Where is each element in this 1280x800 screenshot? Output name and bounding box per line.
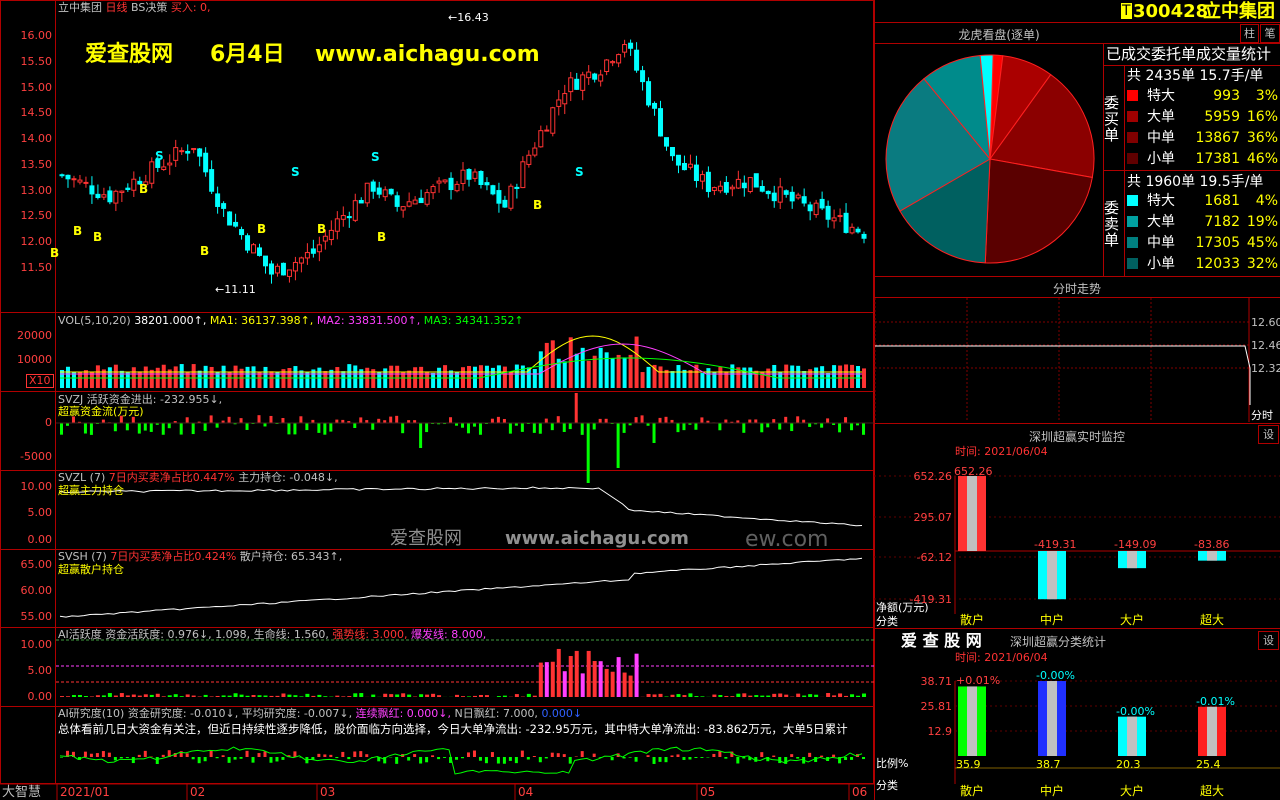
time-axis-label: 03: [320, 785, 336, 799]
bar-category: 大户: [1120, 613, 1145, 627]
y-tick-label: 60.00: [20, 584, 53, 597]
bar-y-tick: 12.9: [927, 725, 953, 738]
time-axis-label: 05: [700, 785, 716, 799]
time-axis-label: 06: [852, 785, 868, 799]
y-tick-label: 0.00: [27, 690, 53, 703]
stats-cat-label: 分类: [876, 779, 898, 792]
time-axis-label: 02: [190, 785, 206, 799]
bar-value-label: 20.3: [1116, 758, 1141, 771]
bar-y-tick: 38.71: [920, 675, 953, 688]
y-tick-label: 65.00: [20, 558, 53, 571]
y-tick-label: 12.00: [20, 235, 53, 248]
bar-value-label: 652.26: [954, 465, 993, 478]
bar-category: 超大: [1200, 613, 1225, 627]
y-tick-label: 15.00: [20, 81, 53, 94]
y-tick-label: 10000: [17, 353, 52, 366]
y-tick-label: 10.00: [20, 480, 53, 493]
stats-axis-label: 比例%: [876, 757, 909, 770]
bar-value-label: 38.7: [1036, 758, 1061, 771]
y-tick-label: 20000: [17, 329, 52, 342]
y-tick-label: 15.50: [20, 55, 53, 68]
y-tick-label: 0: [45, 416, 52, 429]
bar-top-label: -0.00%: [1116, 704, 1155, 718]
y-tick-label: 16.00: [20, 29, 53, 42]
bar-value-label: 25.4: [1196, 758, 1221, 771]
y-tick-label: 10.00: [20, 638, 53, 651]
bar-category: 大户: [1120, 784, 1145, 798]
bar-y-tick: 652.26: [913, 470, 953, 483]
bar-y-tick: -62.12: [916, 551, 952, 564]
bar-highlight: [967, 686, 977, 756]
bar-y-tick: -419.31: [909, 593, 952, 606]
bar-top-label: -0.01%: [1196, 694, 1235, 708]
bar-value-label: -149.09: [1114, 538, 1157, 551]
bar-category: 中户: [1040, 784, 1065, 798]
bar-category: 中户: [1040, 613, 1065, 627]
y-tick-label: 14.50: [20, 106, 53, 119]
stats-bar-chart: [954, 680, 1280, 784]
bar-highlight: [1127, 716, 1137, 756]
y-tick-label: 12.50: [20, 209, 53, 222]
intraday-y-tick: 12.46: [1251, 339, 1280, 352]
bar-value-label: 35.9: [956, 758, 981, 771]
y-tick-label: 13.00: [20, 184, 53, 197]
bar-category: 超大: [1200, 784, 1225, 798]
bar-top-label: +0.01%: [956, 674, 1001, 688]
y-tick-label: 55.00: [20, 610, 53, 623]
y-tick-label: 5.00: [27, 506, 53, 519]
bar-category: 散户: [960, 784, 985, 798]
bar-highlight: [1207, 706, 1217, 756]
bar-value-label: -83.86: [1194, 538, 1230, 551]
y-tick-label: 14.00: [20, 132, 53, 145]
time-axis-label: 04: [518, 785, 534, 799]
bar-y-tick: 295.07: [913, 511, 953, 524]
time-axis-label: 2021/01: [60, 785, 110, 799]
intraday-y-tick: 12.32: [1251, 362, 1280, 375]
bar-value-label: -419.31: [1034, 538, 1077, 551]
bar-y-tick: 25.81: [920, 700, 953, 713]
y-tick-label: 5.00: [27, 664, 53, 677]
bar-category: 散户: [960, 613, 985, 627]
y-tick-label: 13.50: [20, 158, 53, 171]
bar-highlight: [1047, 681, 1057, 756]
bar-top-label: -0.00%: [1036, 669, 1075, 683]
y-tick-label: 0.00: [27, 533, 53, 546]
intraday-y-tick: 12.60: [1251, 316, 1280, 329]
y-tick-label: 11.50: [20, 261, 53, 274]
y-tick-label: -5000: [20, 450, 52, 463]
